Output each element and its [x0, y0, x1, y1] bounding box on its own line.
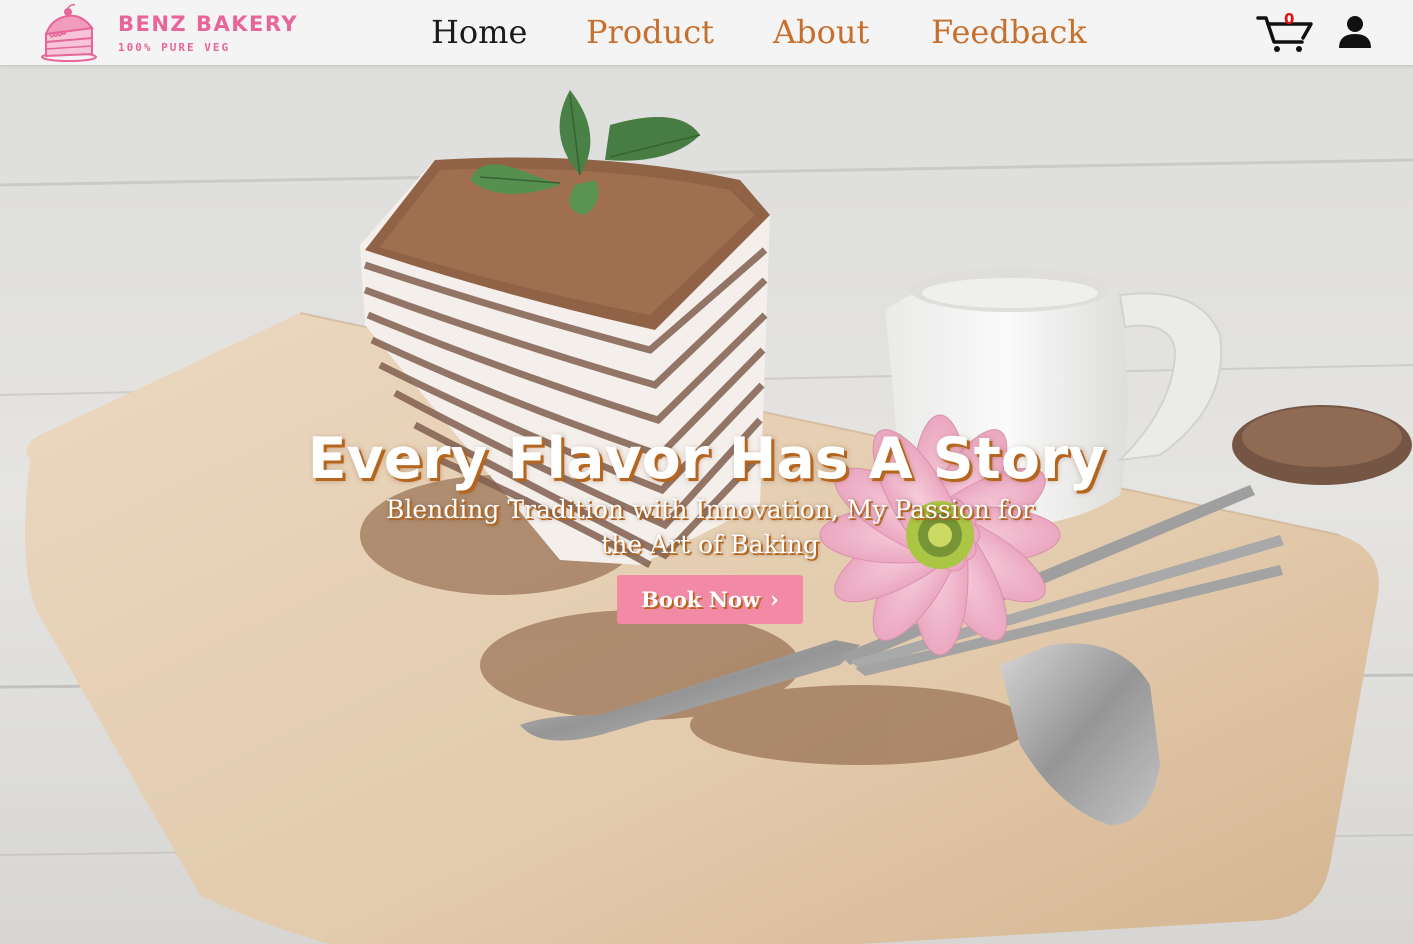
cart-count-badge: 0: [1284, 10, 1295, 28]
hero-title: Every Flavor Has A Story: [307, 426, 1106, 493]
nav-link-home[interactable]: Home: [431, 12, 527, 52]
nav-link-feedback[interactable]: Feedback: [931, 12, 1087, 52]
page: BENZ BAKERY 100% PURE VEG Home Product A…: [0, 0, 1413, 944]
nav-link-about[interactable]: About: [773, 12, 869, 52]
user-account-button[interactable]: [1338, 15, 1372, 49]
nav-link-product[interactable]: Product: [586, 12, 714, 52]
navbar: BENZ BAKERY 100% PURE VEG Home Product A…: [0, 0, 1413, 65]
user-icon: [1339, 16, 1371, 48]
book-now-button[interactable]: Book Now ›: [617, 575, 803, 624]
book-now-label: Book Now: [641, 587, 761, 612]
main-nav: Home Product About Feedback: [0, 12, 1413, 56]
chevron-right-icon: ›: [770, 586, 779, 613]
hero-subtitle: Blending Tradition with Innovation, My P…: [386, 495, 1034, 559]
cart-button[interactable]: 0: [1256, 10, 1314, 54]
hero-section: Every Flavor Has A Story Blending Tradit…: [0, 65, 1413, 944]
